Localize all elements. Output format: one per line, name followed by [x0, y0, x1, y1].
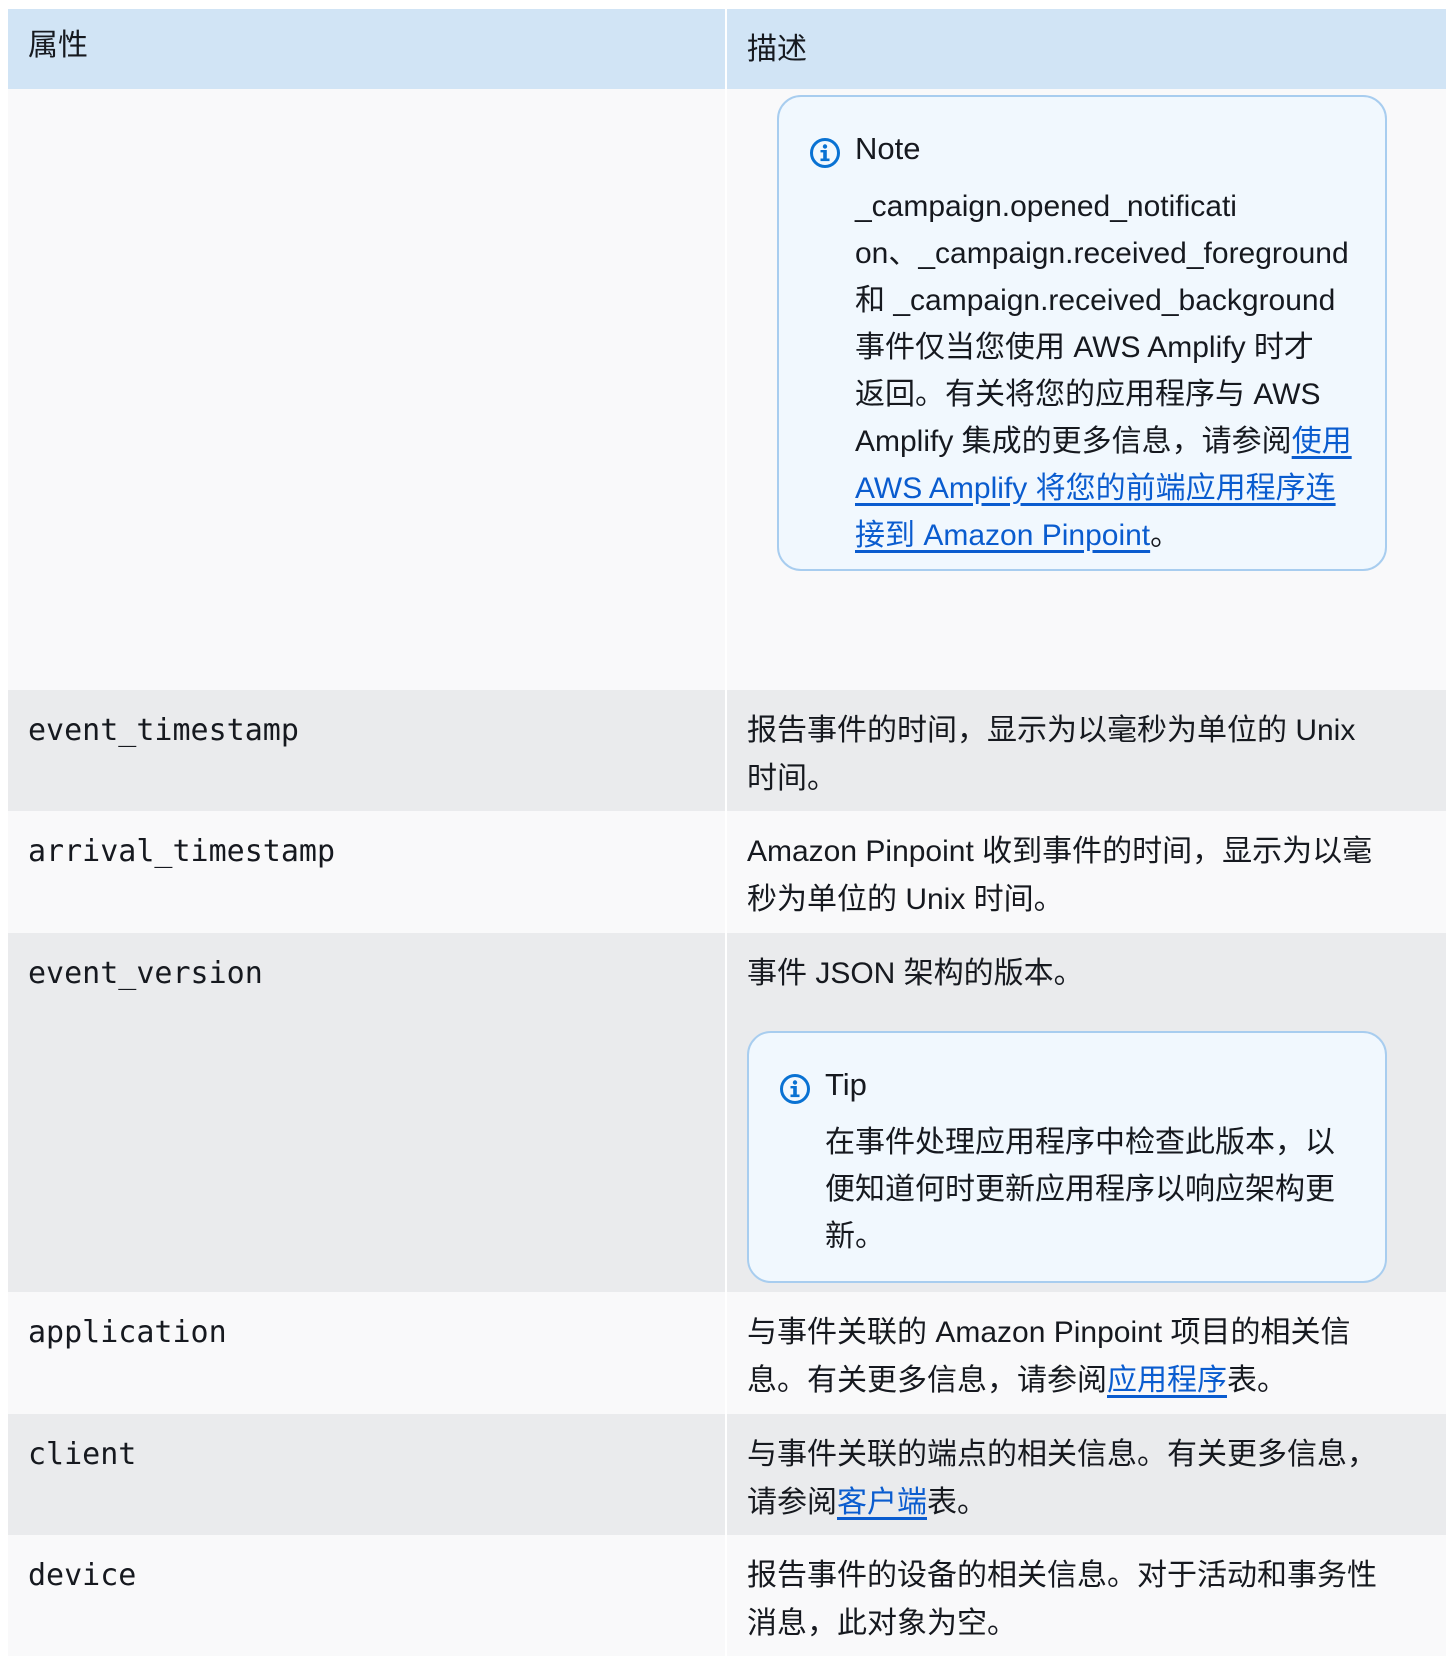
tip-line: 便知道何时更新应用程序以响应架构更 — [825, 1173, 1335, 1206]
description-line: Amazon Pinpoint 收到事件的时间，显示为以毫 — [747, 835, 1373, 868]
note-line: 事件仅当您使用 AWS Amplify 时才 — [855, 331, 1314, 364]
header-description: 描述 — [725, 9, 1446, 89]
description-line: 事件 JSON 架构的版本。 — [747, 957, 1084, 990]
description-application: 与事件关联的 Amazon Pinpoint 项目的相关信 息。有关更多信息，请… — [725, 1292, 1446, 1414]
description-line: 与事件关联的 Amazon Pinpoint 项目的相关信 — [747, 1316, 1351, 1349]
description-arrival-timestamp: Amazon Pinpoint 收到事件的时间，显示为以毫 秒为单位的 Unix… — [725, 811, 1446, 933]
application-table-link[interactable]: 应用程序 — [1107, 1364, 1227, 1397]
description-text: 息。有关更多信息，请参阅 — [747, 1364, 1107, 1397]
note-line: 接到 Amazon Pinpoint。 — [855, 512, 1352, 559]
tip-body: 在事件处理应用程序中检查此版本，以 便知道何时更新应用程序以响应架构更 新。 — [825, 1119, 1335, 1260]
tip-title: Tip — [825, 1067, 867, 1102]
note-line: on、_campaign.received_foreground — [855, 237, 1349, 270]
attribute-table: 属性 描述 Note _campaign.opened_notificati o… — [8, 9, 1446, 1656]
note-callout: Note _campaign.opened_notificati on、_cam… — [777, 95, 1387, 571]
info-icon — [780, 1074, 810, 1104]
tip-callout: Tip 在事件处理应用程序中检查此版本，以 便知道何时更新应用程序以响应架构更 … — [747, 1031, 1387, 1283]
description-line: 消息，此对象为空。 — [747, 1607, 1017, 1640]
property-device: device — [8, 1535, 725, 1656]
description-device: 报告事件的设备的相关信息。对于活动和事务性 消息，此对象为空。 — [725, 1535, 1446, 1656]
description-line: 请参阅客户端表。 — [747, 1479, 1426, 1527]
header-property: 属性 — [8, 9, 725, 89]
note-title: Note — [855, 131, 921, 166]
description-text: 表。 — [1227, 1364, 1287, 1397]
description-line: 报告事件的时间，显示为以毫秒为单位的 Unix — [747, 714, 1356, 747]
description-event-timestamp: 报告事件的时间，显示为以毫秒为单位的 Unix 时间。 — [725, 690, 1446, 811]
table-row-note-property — [8, 89, 725, 690]
note-line: _campaign.opened_notificati — [855, 190, 1237, 223]
note-line-text: Amplify 集成的更多信息，请参阅 — [855, 425, 1292, 458]
note-line: 和 _campaign.received_background — [855, 284, 1336, 317]
amplify-guide-link[interactable]: AWS Amplify 将您的前端应用程序连 — [855, 472, 1336, 505]
description-line: 报告事件的设备的相关信息。对于活动和事务性 — [747, 1559, 1377, 1592]
description-text: 请参阅 — [747, 1486, 837, 1519]
tip-line: 在事件处理应用程序中检查此版本，以 — [825, 1126, 1335, 1159]
description-client: 与事件关联的端点的相关信息。有关更多信息， 请参阅客户端表。 — [725, 1414, 1446, 1535]
note-line: Amplify 集成的更多信息，请参阅使用 — [855, 418, 1352, 465]
property-client: client — [8, 1414, 725, 1535]
description-line: 与事件关联的端点的相关信息。有关更多信息， — [747, 1438, 1377, 1471]
description-event-version: 事件 JSON 架构的版本。 Tip 在事件处理应用程序中检查此版本，以 便知道… — [725, 933, 1446, 1292]
description-line: 时间。 — [747, 762, 837, 795]
client-table-link[interactable]: 客户端 — [837, 1486, 927, 1519]
description-text: 表。 — [927, 1486, 987, 1519]
info-icon — [810, 138, 840, 168]
note-line: 返回。有关将您的应用程序与 AWS — [855, 378, 1321, 411]
table-row-note-description: Note _campaign.opened_notificati on、_cam… — [725, 89, 1446, 690]
description-line: 秒为单位的 Unix 时间。 — [747, 883, 1064, 916]
note-body: _campaign.opened_notificati on、_campaign… — [855, 183, 1352, 559]
note-end: 。 — [1150, 519, 1181, 552]
property-arrival-timestamp: arrival_timestamp — [8, 811, 725, 933]
description-line: 息。有关更多信息，请参阅应用程序表。 — [747, 1357, 1426, 1405]
property-event-version: event_version — [8, 933, 725, 1292]
note-line: AWS Amplify 将您的前端应用程序连 — [855, 465, 1352, 512]
property-application: application — [8, 1292, 725, 1414]
tip-line: 新。 — [825, 1220, 885, 1253]
amplify-guide-link[interactable]: 使用 — [1292, 425, 1352, 458]
property-event-timestamp: event_timestamp — [8, 690, 725, 811]
amplify-guide-link[interactable]: 接到 Amazon Pinpoint — [855, 519, 1150, 552]
